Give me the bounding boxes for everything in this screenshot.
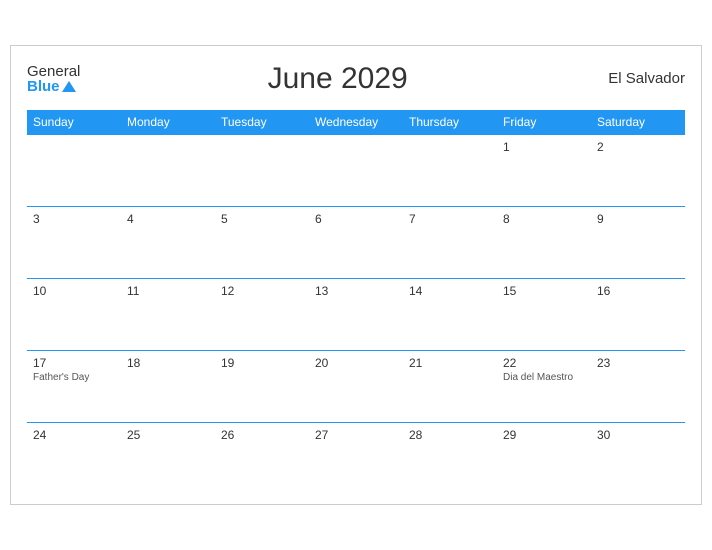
calendar-cell xyxy=(215,134,309,206)
calendar-cell: 19 xyxy=(215,350,309,422)
day-number: 7 xyxy=(409,212,491,226)
calendar-cell: 23 xyxy=(591,350,685,422)
weekday-header-friday: Friday xyxy=(497,110,591,135)
day-number: 22 xyxy=(503,356,585,370)
logo-triangle-icon xyxy=(62,81,76,92)
calendar-cell: 2 xyxy=(591,134,685,206)
day-number: 15 xyxy=(503,284,585,298)
calendar-cell: 21 xyxy=(403,350,497,422)
calendar-cell: 26 xyxy=(215,422,309,494)
calendar-row-0: 12 xyxy=(27,134,685,206)
logo-blue-text: Blue xyxy=(27,79,60,94)
calendar-cell: 28 xyxy=(403,422,497,494)
day-number: 5 xyxy=(221,212,303,226)
calendar-cell: 18 xyxy=(121,350,215,422)
day-number: 2 xyxy=(597,140,679,154)
calendar-title: June 2029 xyxy=(80,62,595,96)
day-number: 27 xyxy=(315,428,397,442)
weekday-header-monday: Monday xyxy=(121,110,215,135)
calendar-cell: 12 xyxy=(215,278,309,350)
calendar-cell: 1 xyxy=(497,134,591,206)
day-number: 19 xyxy=(221,356,303,370)
day-number: 12 xyxy=(221,284,303,298)
calendar-row-1: 3456789 xyxy=(27,206,685,278)
day-number: 30 xyxy=(597,428,679,442)
day-number: 14 xyxy=(409,284,491,298)
calendar-row-2: 10 11 12 13 14 15 16 xyxy=(27,278,685,350)
calendar-cell: 29 xyxy=(497,422,591,494)
calendar-cell: 15 xyxy=(497,278,591,350)
calendar-cell: 27 xyxy=(309,422,403,494)
calendar-cell: 3 xyxy=(27,206,121,278)
day-number: 25 xyxy=(127,428,209,442)
day-number: 21 xyxy=(409,356,491,370)
calendar-row-4: 24 25 26 27 28 29 30 xyxy=(27,422,685,494)
calendar-cell: 13 xyxy=(309,278,403,350)
calendar-cell: 9 xyxy=(591,206,685,278)
day-number: 20 xyxy=(315,356,397,370)
day-number: 6 xyxy=(315,212,397,226)
calendar-cell: 16 xyxy=(591,278,685,350)
calendar-cell xyxy=(403,134,497,206)
calendar-cell xyxy=(27,134,121,206)
calendar-cell: 20 xyxy=(309,350,403,422)
calendar-cell: 6 xyxy=(309,206,403,278)
day-number: 16 xyxy=(597,284,679,298)
day-number: 13 xyxy=(315,284,397,298)
calendar-cell: 24 xyxy=(27,422,121,494)
calendar-cell: 7 xyxy=(403,206,497,278)
holiday-label: Father's Day xyxy=(33,372,115,383)
calendar-cell xyxy=(309,134,403,206)
calendar-cell: 17 Father's Day xyxy=(27,350,121,422)
day-number: 18 xyxy=(127,356,209,370)
weekday-header-tuesday: Tuesday xyxy=(215,110,309,135)
calendar-cell: 25 xyxy=(121,422,215,494)
day-number: 17 xyxy=(33,356,115,370)
day-number: 4 xyxy=(127,212,209,226)
calendar-cell: 22 Dia del Maestro xyxy=(497,350,591,422)
calendar-cell: 5 xyxy=(215,206,309,278)
day-number: 10 xyxy=(33,284,115,298)
weekday-header-sunday: Sunday xyxy=(27,110,121,135)
calendar-cell: 10 xyxy=(27,278,121,350)
day-number: 23 xyxy=(597,356,679,370)
logo: General Blue xyxy=(27,64,80,94)
logo-general-text: General xyxy=(27,64,80,79)
calendar-cell: 14 xyxy=(403,278,497,350)
day-number: 3 xyxy=(33,212,115,226)
day-number: 24 xyxy=(33,428,115,442)
day-number: 26 xyxy=(221,428,303,442)
calendar-cell: 30 xyxy=(591,422,685,494)
calendar-header: General Blue June 2029 El Salvador xyxy=(27,62,685,96)
weekday-header-row: SundayMondayTuesdayWednesdayThursdayFrid… xyxy=(27,110,685,135)
weekday-header-thursday: Thursday xyxy=(403,110,497,135)
calendar-cell: 11 xyxy=(121,278,215,350)
day-number: 11 xyxy=(127,284,209,298)
calendar-country: El Salvador xyxy=(595,70,685,87)
holiday-label: Dia del Maestro xyxy=(503,372,585,383)
day-number: 1 xyxy=(503,140,585,154)
day-number: 9 xyxy=(597,212,679,226)
day-number: 29 xyxy=(503,428,585,442)
weekday-header-wednesday: Wednesday xyxy=(309,110,403,135)
calendar-grid: SundayMondayTuesdayWednesdayThursdayFrid… xyxy=(27,110,685,495)
weekday-header-saturday: Saturday xyxy=(591,110,685,135)
calendar-cell xyxy=(121,134,215,206)
calendar-cell: 4 xyxy=(121,206,215,278)
calendar-cell: 8 xyxy=(497,206,591,278)
calendar-container: General Blue June 2029 El Salvador Sunda… xyxy=(10,45,702,506)
day-number: 8 xyxy=(503,212,585,226)
day-number: 28 xyxy=(409,428,491,442)
calendar-row-3: 17Father's Day1819202122Dia del Maestro2… xyxy=(27,350,685,422)
